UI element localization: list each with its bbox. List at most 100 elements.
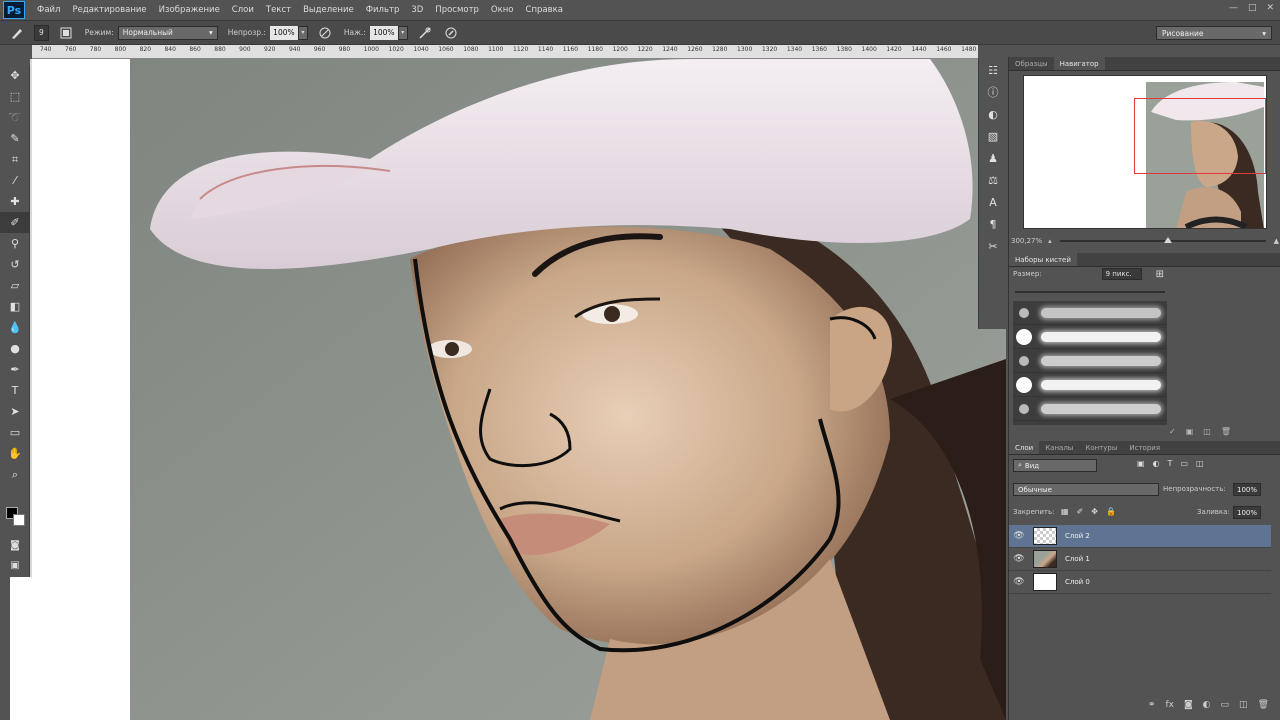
filter-smart-icon[interactable]: ◫ <box>1196 459 1204 468</box>
close-button[interactable]: ✕ <box>1266 3 1274 13</box>
history-brush-tool[interactable]: ↺ <box>0 254 30 275</box>
new-group-icon[interactable]: ▭ <box>1221 700 1230 710</box>
path-select-tool[interactable]: ➤ <box>0 401 30 422</box>
brush-size-field[interactable]: 9 пикс. <box>1101 268 1142 280</box>
layer-filter-select[interactable]: ⌕ Вид <box>1013 459 1097 472</box>
tab-brush-presets[interactable]: Наборы кистей <box>1009 253 1077 266</box>
stamp-tool[interactable]: ⚲ <box>0 233 30 254</box>
layer-opacity-input[interactable]: 100% <box>1233 483 1261 496</box>
navigator-preview[interactable] <box>1023 75 1267 229</box>
menu-3d[interactable]: 3D <box>411 5 423 15</box>
adjustments-panel-button[interactable]: ◐ <box>979 103 1007 125</box>
brush-size-picker[interactable]: 9 <box>34 24 49 41</box>
filter-shape-icon[interactable]: ▭ <box>1180 459 1188 468</box>
menu-file[interactable]: Файл <box>37 5 60 15</box>
clone-source-panel-button[interactable]: ⚖ <box>979 169 1007 191</box>
brush-panel-toggle-icon[interactable] <box>57 24 75 42</box>
brush-preset-item[interactable] <box>1013 397 1167 421</box>
opacity-input[interactable]: 100% <box>269 25 298 40</box>
brush-preset-item[interactable] <box>1013 373 1167 397</box>
shape-tool[interactable]: ▭ <box>0 422 30 443</box>
quick-mask-button[interactable]: ◙ <box>0 535 30 555</box>
lock-position-icon[interactable]: ✥ <box>1091 507 1098 516</box>
history-panel-button[interactable]: ☷ <box>979 59 1007 81</box>
layer-name[interactable]: Слой 1 <box>1065 555 1090 563</box>
airbrush-icon[interactable] <box>416 24 434 42</box>
brush-preset-menu-icon[interactable]: ⊞ <box>1156 269 1164 280</box>
eye-icon[interactable]: 👁 <box>1009 554 1029 564</box>
menu-window[interactable]: Окно <box>491 5 514 15</box>
delete-layer-icon[interactable]: 🗑 <box>1258 700 1269 710</box>
layer-row-1[interactable]: 👁 Слой 1 <box>1009 548 1271 571</box>
layer-row-0[interactable]: 👁 Слой 0 <box>1009 571 1271 594</box>
delete-brush-icon[interactable]: 🗑 <box>1221 427 1231 436</box>
blur-tool[interactable]: 💧 <box>0 317 30 338</box>
menu-layers[interactable]: Слои <box>232 5 254 15</box>
move-tool[interactable]: ✥ <box>0 65 30 86</box>
hand-tool[interactable]: ✋ <box>0 443 30 464</box>
zoom-out-icon[interactable]: ▴ <box>1048 237 1052 245</box>
brush-tool[interactable]: ✐ <box>0 212 30 233</box>
navigator-zoom-value[interactable]: 300,27% <box>1011 237 1042 245</box>
flow-dropdown[interactable]: ▾ <box>397 25 408 40</box>
toggle-brush-panel-icon[interactable]: ✓ <box>1169 427 1176 436</box>
healing-tool[interactable]: ✚ <box>0 191 30 212</box>
eyedropper-tool[interactable]: ⁄ <box>0 170 30 191</box>
maximize-button[interactable]: □ <box>1248 3 1257 13</box>
filter-pixel-icon[interactable]: ▣ <box>1137 459 1145 468</box>
zoom-tool[interactable]: ⌕ <box>0 464 30 485</box>
brush-tool-preset-icon[interactable] <box>8 24 26 42</box>
brush-preset-item[interactable] <box>1013 325 1167 349</box>
brush-preset-item[interactable] <box>1013 301 1167 325</box>
filter-adjustment-icon[interactable]: ◐ <box>1153 459 1160 468</box>
lock-transparency-icon[interactable]: ▦ <box>1061 507 1069 516</box>
canvas-empty-area[interactable] <box>32 59 130 720</box>
marquee-tool[interactable]: ⬚ <box>0 86 30 107</box>
dodge-tool[interactable]: ● <box>0 338 30 359</box>
fill-input[interactable]: 100% <box>1233 506 1261 519</box>
pressure-opacity-icon[interactable] <box>316 24 334 42</box>
canvas-artwork[interactable] <box>130 59 1006 720</box>
paragraph-panel-button[interactable]: ¶ <box>979 213 1007 235</box>
menu-view[interactable]: Просмотр <box>435 5 479 15</box>
navigator-view-frame[interactable] <box>1134 98 1266 174</box>
filter-type-icon[interactable]: T <box>1168 459 1173 468</box>
tab-history[interactable]: История <box>1123 441 1166 454</box>
link-layers-icon[interactable]: ⚭ <box>1148 700 1156 710</box>
eye-icon[interactable]: 👁 <box>1009 577 1029 587</box>
brush-preset-item[interactable] <box>1013 349 1167 373</box>
navigator-zoom-slider[interactable] <box>1059 237 1266 243</box>
new-layer-icon[interactable]: ◫ <box>1239 700 1248 710</box>
menu-help[interactable]: Справка <box>526 5 563 15</box>
character-panel-button[interactable]: A <box>979 191 1007 213</box>
create-brush-icon[interactable]: ▣ <box>1186 427 1194 436</box>
zoom-in-icon[interactable]: ▲ <box>1274 237 1279 245</box>
mode-select[interactable]: Нормальный ▾ <box>117 25 218 40</box>
tab-paths[interactable]: Контуры <box>1079 441 1123 454</box>
lasso-tool[interactable]: ➰ <box>0 107 30 128</box>
blend-mode-select[interactable]: Обычные <box>1013 483 1159 496</box>
gradient-tool[interactable]: ◧ <box>0 296 30 317</box>
flow-input[interactable]: 100% <box>369 25 398 40</box>
canvas-empty-area-lower[interactable] <box>10 577 32 720</box>
lock-all-icon[interactable]: 🔒 <box>1106 507 1116 516</box>
tab-channels[interactable]: Каналы <box>1039 441 1079 454</box>
crop-tool[interactable]: ⌗ <box>0 149 30 170</box>
layer-name[interactable]: Слой 2 <box>1065 532 1090 540</box>
styles-panel-button[interactable]: ▧ <box>979 125 1007 147</box>
menu-filter[interactable]: Фильтр <box>366 5 400 15</box>
brush-preset-list[interactable] <box>1013 301 1167 425</box>
tab-layers[interactable]: Слои <box>1009 441 1040 454</box>
background-color-swatch[interactable] <box>13 514 25 526</box>
menu-edit[interactable]: Редактирование <box>72 5 146 15</box>
eye-icon[interactable]: 👁 <box>1009 531 1029 541</box>
tab-swatches[interactable]: Образцы <box>1009 57 1054 70</box>
lock-pixels-icon[interactable]: ✐ <box>1077 507 1084 516</box>
workspace-switcher[interactable]: Рисование ▾ <box>1156 26 1272 40</box>
type-tool[interactable]: T <box>0 380 30 401</box>
menu-image[interactable]: Изображение <box>159 5 220 15</box>
new-preset-icon[interactable]: ◫ <box>1203 427 1211 436</box>
zoom-slider-knob[interactable] <box>1163 237 1172 243</box>
minimize-button[interactable]: — <box>1229 3 1238 13</box>
eraser-tool[interactable]: ▱ <box>0 275 30 296</box>
